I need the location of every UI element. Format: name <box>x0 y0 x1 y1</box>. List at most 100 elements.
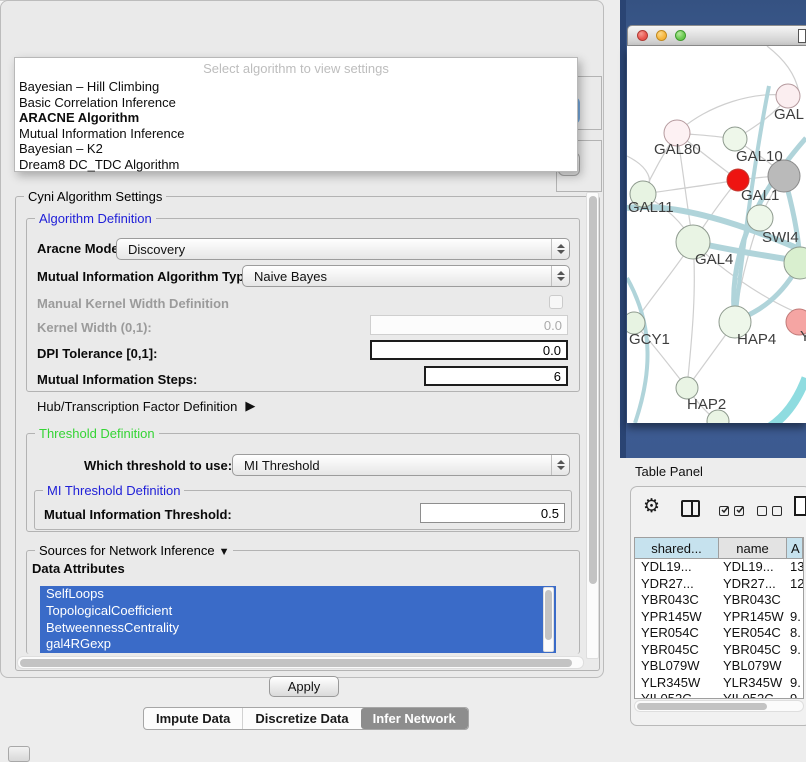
stepper-arrows-icon <box>551 239 569 259</box>
collapse-triangle-icon: ▼ <box>219 546 230 558</box>
hub-definition-label: Hub/Transcription Factor Definition <box>37 399 237 414</box>
table-row[interactable]: YLR345WYLR345W9. <box>635 675 803 692</box>
field-value: 0.0 <box>544 318 562 333</box>
stepper-arrows-icon <box>551 455 569 475</box>
network-graph: GAL GAL80 GAL10 GAL1 GAL11 GAL4 SWI4 GCY… <box>627 46 806 423</box>
cyni-bottom-tabbar: Impute Data Discretize Data Infer Networ… <box>143 707 469 730</box>
table-header-row: shared... name A <box>635 538 803 559</box>
aracne-mode-label: Aracne Mode: <box>37 241 123 256</box>
group-title: Threshold Definition <box>35 426 159 441</box>
table-row[interactable]: YBL079WYBL079W <box>635 658 803 675</box>
field-value: 0.5 <box>541 506 559 521</box>
tab-impute-data[interactable]: Impute Data <box>144 708 242 729</box>
data-attributes-label: Data Attributes <box>32 561 125 576</box>
group-title: MI Threshold Definition <box>43 483 184 498</box>
column-header-shared[interactable]: shared... <box>635 538 719 558</box>
attribute-item[interactable]: SelfLoops <box>40 586 556 603</box>
which-threshold-select[interactable]: MI Threshold <box>232 454 570 476</box>
table-row[interactable]: YPR145WYPR145W9. <box>635 609 803 626</box>
table-panel: ⚙ shared... name A YDL19...YDL19...13 YD… <box>630 486 806 726</box>
manual-kernel-width-checkbox[interactable] <box>549 295 563 309</box>
dropdown-item[interactable]: Bayesian – Hill Climbing <box>15 79 577 95</box>
deselect-all-columns-icon[interactable] <box>757 506 782 516</box>
dropdown-prompt: Select algorithm to view settings <box>15 58 577 79</box>
collapsed-panel-button[interactable] <box>8 746 30 762</box>
tab-label: Impute Data <box>156 711 230 726</box>
dropdown-item[interactable]: Dream8 DC_TDC Algorithm <box>15 157 577 173</box>
table-horizontal-scrollbar[interactable] <box>634 700 804 712</box>
export-table-icon[interactable] <box>794 496 806 516</box>
window-fragment <box>798 29 806 43</box>
node-swi4[interactable] <box>784 247 806 279</box>
selected-value: MI Threshold <box>244 458 320 473</box>
columns-icon[interactable] <box>681 500 700 517</box>
group-title: Cyni Algorithm Settings <box>24 189 166 204</box>
select-all-columns-icon[interactable] <box>719 506 744 516</box>
attribute-item[interactable]: BetweennessCentrality <box>40 620 556 637</box>
table-row[interactable]: YBR043CYBR043C <box>635 592 803 609</box>
table-row[interactable]: YBR045CYBR045C9. <box>635 642 803 659</box>
node-label: SWI4 <box>762 229 799 246</box>
table-row[interactable]: YDR27...YDR27...12 <box>635 576 803 593</box>
node-label: GAL1 <box>741 187 779 204</box>
node-gal-top[interactable] <box>776 84 800 108</box>
settings-horizontal-scrollbar[interactable] <box>17 656 584 669</box>
mac-close-icon[interactable] <box>637 30 648 41</box>
network-canvas[interactable]: GAL GAL80 GAL10 GAL1 GAL11 GAL4 SWI4 GCY… <box>627 46 806 423</box>
table-row[interactable]: YIL052CYIL052C9 <box>635 691 803 699</box>
node-label: GAL4 <box>695 251 733 268</box>
node-label: GAL80 <box>654 141 701 158</box>
selected-value: Discovery <box>128 242 185 257</box>
table-row[interactable]: YER054CYER054C8. <box>635 625 803 642</box>
tab-discretize-data[interactable]: Discretize Data <box>242 708 360 729</box>
aracne-mode-select[interactable]: Discovery <box>116 238 570 260</box>
node-label: GAL11 <box>628 199 674 216</box>
dropdown-item[interactable]: Basic Correlation Inference <box>15 95 577 111</box>
dropdown-item-selected[interactable]: ARACNE Algorithm <box>15 110 577 126</box>
node-label: GAL10 <box>736 148 783 165</box>
mac-minimize-icon[interactable] <box>656 30 667 41</box>
apply-button[interactable]: Apply <box>269 676 339 697</box>
kernel-width-input[interactable]: 0.0 <box>370 315 568 335</box>
table-panel-title: Table Panel <box>635 464 703 479</box>
dpi-tolerance-label: DPI Tolerance [0,1]: <box>37 346 157 361</box>
mi-threshold-label: Mutual Information Threshold: <box>44 507 232 522</box>
gear-icon[interactable]: ⚙ <box>643 495 660 518</box>
column-header-name[interactable]: name <box>719 538 787 558</box>
settings-vertical-scrollbar[interactable] <box>586 192 599 659</box>
dropdown-item[interactable]: Mutual Information Inference <box>15 126 577 142</box>
hub-definition-expander[interactable]: Hub/Transcription Factor Definition ▶ <box>37 398 255 414</box>
network-window-titlebar[interactable] <box>627 25 806 46</box>
stepper-arrows-icon <box>551 266 569 286</box>
mi-algorithm-type-label: Mutual Information Algorithm Type: <box>37 269 256 284</box>
kernel-width-label: Kernel Width (0,1): <box>37 320 152 335</box>
mi-algorithm-type-select[interactable]: Naive Bayes <box>242 265 570 287</box>
attributes-scrollbar[interactable] <box>543 587 554 652</box>
mi-steps-input[interactable]: 6 <box>424 366 568 386</box>
node-table: shared... name A YDL19...YDL19...13 YDR2… <box>634 537 804 699</box>
algorithm-dropdown-popup: Select algorithm to view settings Bayesi… <box>14 57 578 172</box>
field-value: 6 <box>554 369 561 384</box>
column-header-partial[interactable]: A <box>787 538 803 558</box>
app-screen: Control Panel ✕ Network Style Select Cyn… <box>0 0 806 762</box>
selected-value: Naive Bayes <box>254 269 327 284</box>
attribute-item[interactable]: TopologicalCoefficient <box>40 603 556 620</box>
attribute-item[interactable]: gal4RGexp <box>40 636 556 653</box>
mac-zoom-icon[interactable] <box>675 30 686 41</box>
node-label: GCY1 <box>629 331 670 348</box>
node-label: GAL <box>774 106 804 123</box>
node-unlabeled[interactable] <box>747 205 773 231</box>
node-label: HAP4 <box>737 331 776 348</box>
field-value: 0.0 <box>543 343 561 358</box>
mi-threshold-input[interactable]: 0.5 <box>420 503 565 523</box>
mi-steps-label: Mutual Information Steps: <box>37 372 197 387</box>
group-title: Algorithm Definition <box>35 211 156 226</box>
which-threshold-label: Which threshold to use: <box>84 458 232 473</box>
node-label: Y <box>800 328 806 345</box>
group-title: Sources for Network Inference▼ <box>35 543 233 558</box>
dropdown-item[interactable]: Bayesian – K2 <box>15 141 577 157</box>
tab-label: Discretize Data <box>255 711 348 726</box>
table-row[interactable]: YDL19...YDL19...13 <box>635 559 803 576</box>
dpi-tolerance-input[interactable]: 0.0 <box>370 340 568 360</box>
tab-infer-network[interactable]: Infer Network <box>361 708 468 729</box>
